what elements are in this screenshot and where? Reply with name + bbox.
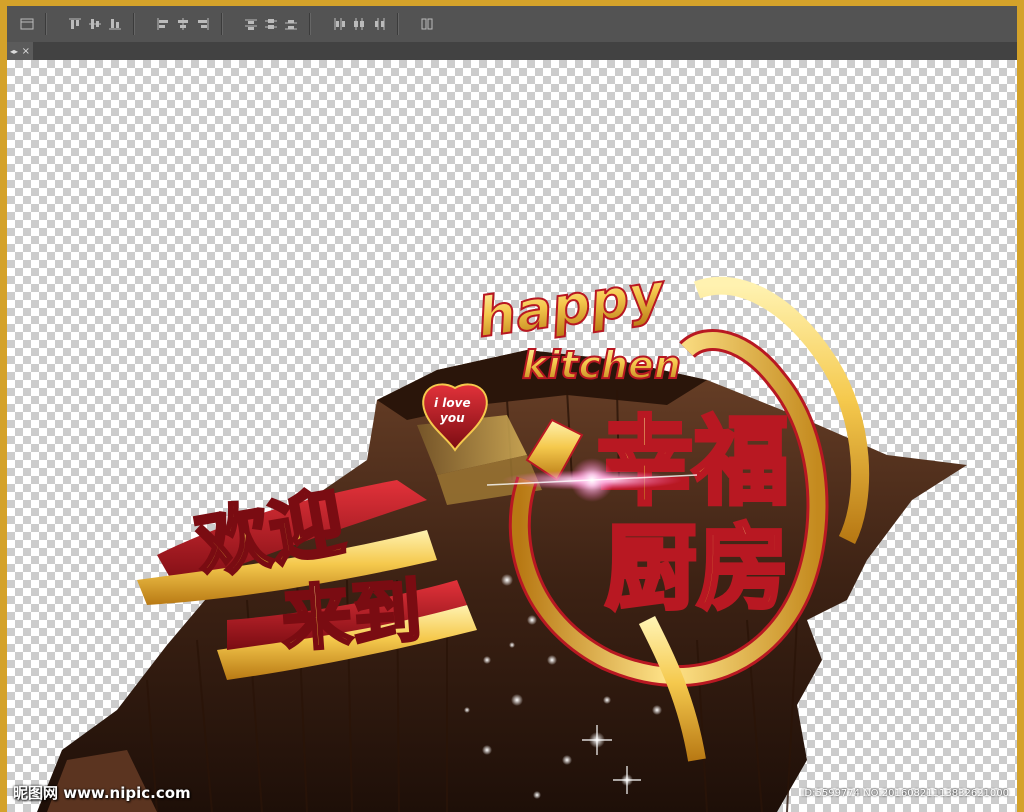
distribute-hcenter-icon[interactable] [349,14,369,34]
tab-arrows-icon: ◂▸ [10,46,19,56]
welcome-line2: 来到 [279,570,424,662]
document-tab[interactable]: ◂▸ × [7,42,33,60]
distribute-bottom-icon[interactable] [281,14,301,34]
align-left-icon[interactable] [153,14,173,34]
watermark-right: ID:5599774 NO:20160821113832621000 [801,788,1009,799]
toolbar-separator [397,13,399,35]
artwork: happy kitchen i love you 欢迎 来到 幸福 厨房 [37,260,967,812]
happy-line2: 厨房 [605,515,789,622]
tool-group-align-h [153,14,213,34]
happy-line1: 幸福 [597,406,789,518]
align-hcenter-icon[interactable] [173,14,193,34]
document-tab-bar: ◂▸ × [7,42,1017,61]
toolbar-separator [221,13,223,35]
align-top-icon[interactable] [65,14,85,34]
happy-kitchen-chinese: 幸福 厨房 [595,404,791,624]
distribute-left-icon[interactable] [329,14,349,34]
tool-group-1 [17,14,37,34]
dock-icon[interactable] [17,14,37,34]
distribute-right-icon[interactable] [369,14,389,34]
distribute-top-icon[interactable] [241,14,261,34]
toolbar-separator [133,13,135,35]
watermark-left: 昵图网 www.nipic.com [13,784,191,802]
toolbar-separator [309,13,311,35]
tool-group-auto [417,14,437,34]
heart-line2: you [440,411,465,425]
distribute-vcenter-icon[interactable] [261,14,281,34]
transparent-canvas[interactable]: happy kitchen i love you 欢迎 来到 幸福 厨房 昵图网… [7,60,1017,812]
tab-close-icon[interactable]: × [22,46,30,57]
heart-line1: i love [434,396,471,410]
tool-group-align [65,14,125,34]
align-right-icon[interactable] [193,14,213,34]
options-toolbar [7,6,1017,43]
english-line2: kitchen [522,343,681,387]
english-line1: happy [473,261,670,350]
auto-align-icon[interactable] [417,14,437,34]
toolbar-separator [45,13,47,35]
align-bottom-icon[interactable] [105,14,125,34]
tool-group-distribute [241,14,301,34]
align-vcenter-icon[interactable] [85,14,105,34]
tool-group-distribute-h [329,14,389,34]
